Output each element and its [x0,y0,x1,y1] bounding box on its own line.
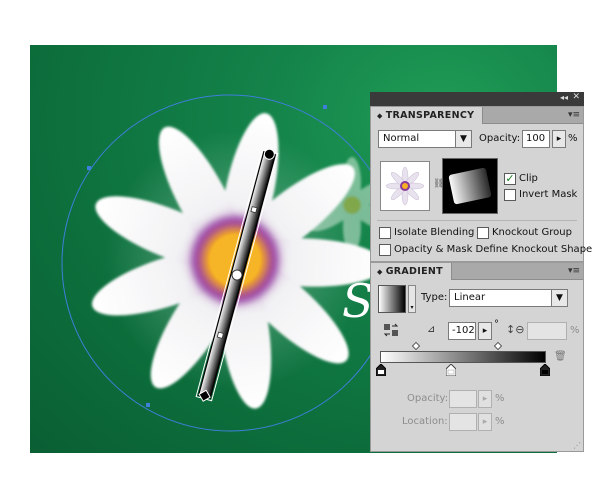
color-stop-white[interactable] [375,363,387,377]
chevron-down-icon[interactable]: ▼ [455,131,471,147]
art-thumbnail[interactable] [380,161,430,211]
resize-grip-icon[interactable]: ⋰ [573,441,581,450]
aspect-unit: % [570,325,580,336]
clip-checkbox[interactable]: ✓ [504,173,516,185]
gradient-type-value: Linear [454,292,486,303]
opacity-mask-knockout-checkbox[interactable] [379,244,391,256]
chevron-down-icon[interactable]: ▼ [551,290,567,306]
midpoint-diamond[interactable] [493,341,503,351]
gradient-type-label: Type: [421,292,448,303]
angle-input[interactable]: -102 [448,322,476,340]
stop-location-stepper-button[interactable]: ▸ [478,413,492,431]
degree-symbol: ° [494,319,499,330]
gradient-slider[interactable] [380,351,546,363]
knockout-group-label: Knockout Group [492,227,572,238]
invert-mask-label: Invert Mask [519,189,578,200]
mask-thumbnail[interactable] [442,158,498,214]
clip-label: Clip [519,173,538,184]
opacity-unit: % [568,133,578,144]
anchor-point[interactable] [87,166,91,170]
opacity-stepper-button[interactable]: ▸ [552,130,566,148]
gradient-panel: ◆ GRADIENT ▾≡ ▾ Type: Linear ▼ ⊿ -102 ▸ °… [370,262,584,452]
aspect-ratio-icon: ↕⊖ [506,323,525,336]
opacity-input[interactable]: 100 [522,130,550,148]
stop-opacity-input[interactable] [449,390,477,408]
gradient-swatch[interactable] [378,285,406,313]
trash-icon[interactable]: 🗑 [554,351,567,362]
isolate-blending-checkbox[interactable] [379,227,391,239]
tab-transparency[interactable]: ◆ TRANSPARENCY [371,107,484,124]
script-lettering: S [342,274,374,328]
anchor-point[interactable] [323,105,327,109]
invert-mask-checkbox[interactable] [504,189,516,201]
divider [377,220,577,221]
transparency-tab-row: ◆ TRANSPARENCY ▾≡ [371,107,583,124]
color-stop-black[interactable] [539,363,551,377]
gradient-tab-row: ◆ GRADIENT ▾≡ [371,263,583,280]
blend-mode-value: Normal [383,133,420,144]
knockout-group-checkbox[interactable] [477,227,489,239]
opacity-label: Opacity: [479,133,521,144]
flower-thumbnail-icon [385,166,425,206]
angle-icon: ⊿ [427,324,436,335]
tab-gradient[interactable]: ◆ GRADIENT [371,263,452,280]
panel-menu-icon[interactable]: ▾≡ [568,110,580,120]
stop-opacity-label: Opacity: [407,393,449,404]
stop-location-unit: % [495,416,505,427]
blend-mode-select[interactable]: Normal ▼ [378,130,472,148]
aspect-ratio-input[interactable] [527,322,567,340]
midpoint-diamond[interactable] [411,341,421,351]
angle-stepper-button[interactable]: ▸ [478,322,492,340]
opacity-mask-knockout-label: Opacity & Mask Define Knockout Shape [394,244,593,255]
transparency-panel: ◆ TRANSPARENCY ▾≡ Normal ▼ Opacity: 100 ▸… [370,106,592,262]
stop-opacity-stepper-button[interactable]: ▸ [478,390,492,408]
gradient-mask-icon [448,167,492,205]
close-icon[interactable]: ✕ [572,92,580,102]
swatch-dropdown-icon[interactable]: ▾ [408,285,416,313]
gradient-type-select[interactable]: Linear ▼ [449,289,568,307]
stop-location-input[interactable] [449,413,477,431]
anchor-point[interactable] [146,403,150,407]
isolate-blending-label: Isolate Blending [394,227,475,238]
color-stop-mid[interactable] [445,363,457,377]
stop-opacity-unit: % [495,393,505,404]
panel-group-bar[interactable]: ◂◂ ✕ [370,92,584,106]
panel-menu-icon[interactable]: ▾≡ [568,266,580,276]
reverse-gradient-icon[interactable] [383,322,399,338]
stop-location-label: Location: [402,416,448,427]
double-arrow-icon[interactable]: ◂◂ [560,93,568,102]
